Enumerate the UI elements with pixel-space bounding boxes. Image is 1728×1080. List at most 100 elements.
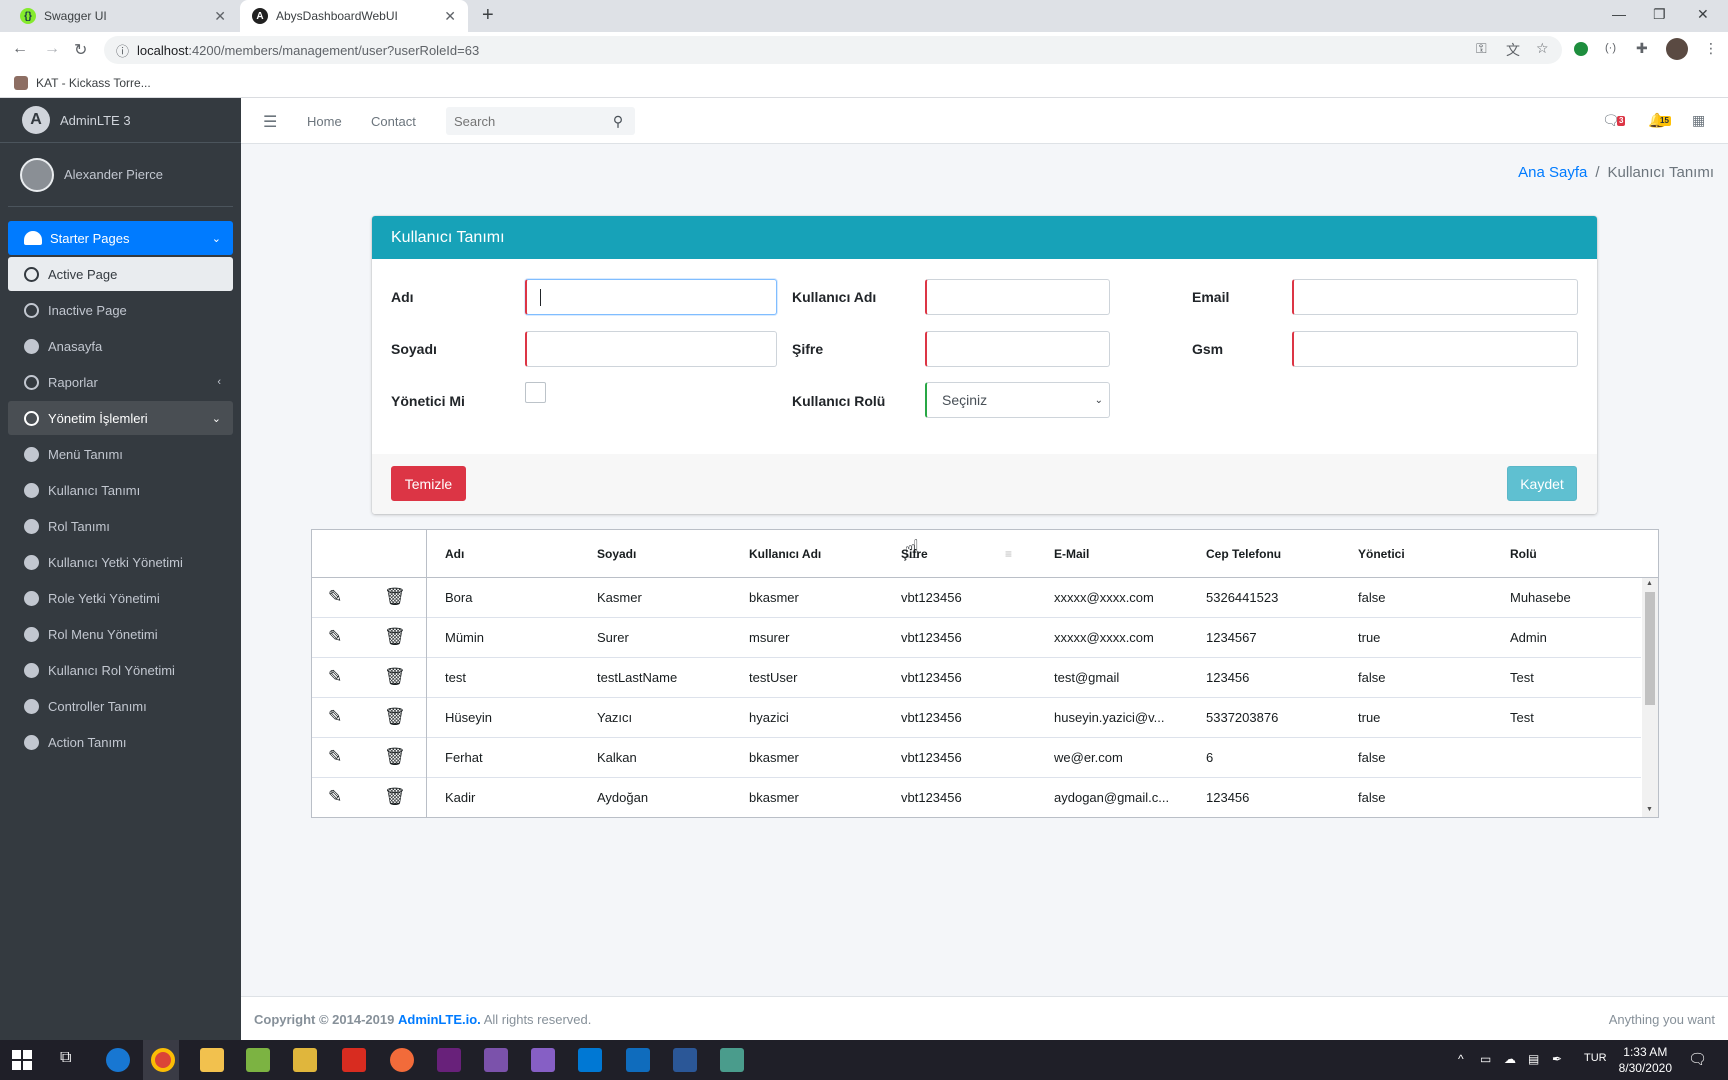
forward-icon[interactable]: →: [44, 40, 60, 58]
trash-icon[interactable]: 🗑: [384, 787, 406, 807]
notification-center-icon[interactable]: 🗨: [1688, 1050, 1707, 1068]
cloud-icon[interactable]: ☁: [1504, 1052, 1516, 1066]
nav-contact-link[interactable]: Contact: [371, 114, 416, 129]
trash-icon[interactable]: 🗑: [384, 587, 406, 607]
sidebar-item-yonetim-islemleri[interactable]: Yönetim İşlemleri ⌄: [8, 401, 233, 435]
close-tab-icon[interactable]: ✕: [214, 8, 226, 25]
menu-icon[interactable]: ⋮: [1704, 40, 1718, 57]
scroll-up-icon[interactable]: ▲: [1646, 580, 1653, 587]
sidebar-item-raporlar[interactable]: Raporlar ‹: [8, 365, 233, 399]
info-icon[interactable]: ⓘ: [116, 41, 129, 60]
visual-studio-3-icon[interactable]: [531, 1048, 555, 1072]
sidebar-item-anasayfa[interactable]: Anasayfa: [8, 329, 233, 363]
column-header[interactable]: Soyadı: [597, 547, 636, 561]
column-menu-icon[interactable]: ≡: [1005, 547, 1012, 561]
browser-tab-swagger[interactable]: {} Swagger UI ✕: [8, 0, 238, 32]
hamburger-icon[interactable]: ☰: [263, 112, 277, 132]
nav-home-link[interactable]: Home: [307, 114, 342, 129]
trash-icon[interactable]: 🗑: [384, 747, 406, 767]
close-tab-icon[interactable]: ✕: [444, 8, 456, 25]
visual-studio-icon[interactable]: [437, 1048, 461, 1072]
edge-icon[interactable]: [106, 1048, 130, 1072]
grid-apps-icon[interactable]: ▦: [1692, 112, 1705, 129]
extension-green-icon[interactable]: [1574, 42, 1588, 56]
url-field[interactable]: ⓘ localhost:4200/members/management/user…: [104, 36, 1562, 64]
scroll-down-icon[interactable]: ▼: [1646, 806, 1653, 813]
browser-tab-abys[interactable]: A AbysDashboardWebUI ✕: [240, 0, 468, 32]
clock[interactable]: 1:33 AM 8/30/2020: [1619, 1044, 1672, 1076]
lambda-icon[interactable]: [673, 1048, 697, 1072]
back-icon[interactable]: ←: [12, 40, 28, 58]
edit-icon[interactable]: ✎: [328, 627, 342, 647]
new-tab-icon[interactable]: +: [482, 4, 494, 27]
scrollbar-thumb[interactable]: [1645, 592, 1655, 705]
sidebar-item-inactive-page[interactable]: Inactive Page: [8, 293, 233, 327]
sidebar-item-menu-tanimi[interactable]: Menü Tanımı: [8, 437, 233, 471]
sidebar-item-role-yetki[interactable]: Role Yetki Yönetimi: [8, 581, 233, 615]
redis-icon[interactable]: [342, 1048, 366, 1072]
sidebar-item-rol-menu[interactable]: Rol Menu Yönetimi: [8, 617, 233, 651]
vscode-icon[interactable]: [578, 1048, 602, 1072]
role-select[interactable]: Seçiniz ⌄: [925, 382, 1110, 418]
edit-icon[interactable]: ✎: [328, 707, 342, 727]
task-view-icon[interactable]: ⧉: [60, 1049, 71, 1067]
column-header[interactable]: Rolü: [1510, 547, 1537, 561]
email-input[interactable]: [1292, 279, 1578, 315]
visual-studio-2-icon[interactable]: [484, 1048, 508, 1072]
windows-start-icon[interactable]: [12, 1050, 32, 1070]
sidebar-item-kullanici-rol[interactable]: Kullanıcı Rol Yönetimi: [8, 653, 233, 687]
trash-icon[interactable]: 🗑: [384, 707, 406, 727]
network-icon[interactable]: ▤: [1528, 1052, 1539, 1066]
sidebar-item-active-page[interactable]: Active Page: [8, 257, 233, 291]
translate-icon[interactable]: 文: [1506, 40, 1520, 60]
brand[interactable]: A AdminLTE 3: [0, 98, 241, 143]
restore-icon[interactable]: ❐: [1653, 6, 1666, 23]
gsm-input[interactable]: [1292, 331, 1578, 367]
first-name-input[interactable]: [525, 279, 777, 315]
key-icon[interactable]: ⚿: [1476, 40, 1487, 57]
close-window-icon[interactable]: ✕: [1697, 6, 1709, 23]
username-input[interactable]: [925, 279, 1110, 315]
adminlte-link[interactable]: AdminLTE.io.: [398, 1012, 481, 1027]
search-input[interactable]: [446, 107, 604, 135]
sidebar-item-starter-pages[interactable]: Starter Pages ⌄: [8, 221, 233, 255]
battery-icon[interactable]: ▭: [1480, 1052, 1491, 1066]
pen-icon[interactable]: ✒: [1552, 1052, 1562, 1066]
column-header[interactable]: Kullanıcı Adı: [749, 547, 821, 561]
sidebar-item-controller-tanimi[interactable]: Controller Tanımı: [8, 689, 233, 723]
edit-icon[interactable]: ✎: [328, 787, 342, 807]
trash-icon[interactable]: 🗑: [384, 667, 406, 687]
password-input[interactable]: [925, 331, 1110, 367]
edit-icon[interactable]: ✎: [328, 747, 342, 767]
user-panel[interactable]: Alexander Pierce: [8, 143, 233, 207]
trash-icon[interactable]: 🗑: [384, 627, 406, 647]
clear-button[interactable]: Temizle: [391, 466, 466, 501]
reload-icon[interactable]: ↻: [74, 40, 87, 60]
bookmark-kat[interactable]: KAT - Kickass Torre...: [36, 76, 151, 90]
language-indicator[interactable]: TUR: [1584, 1052, 1607, 1064]
sidebar-item-kullanici-tanimi[interactable]: Kullanıcı Tanımı: [8, 473, 233, 507]
tray-chevron-up-icon[interactable]: ^: [1458, 1052, 1464, 1066]
extension-code-icon[interactable]: (·): [1605, 42, 1616, 54]
vertical-scrollbar[interactable]: ▲ ▼: [1642, 578, 1658, 817]
file-explorer-icon[interactable]: [200, 1048, 224, 1072]
sidebar-item-action-tanimi[interactable]: Action Tanımı: [8, 725, 233, 759]
column-header[interactable]: Adı: [445, 547, 464, 561]
profile-avatar[interactable]: [1666, 38, 1688, 60]
app-yellow-icon[interactable]: [293, 1048, 317, 1072]
column-header[interactable]: Yönetici: [1358, 547, 1405, 561]
search-icon[interactable]: ⚲: [604, 113, 632, 130]
is-admin-checkbox[interactable]: [525, 382, 546, 403]
last-name-input[interactable]: [525, 331, 777, 367]
star-icon[interactable]: ☆: [1536, 40, 1549, 57]
minimize-icon[interactable]: —: [1612, 6, 1626, 22]
breadcrumb-home-link[interactable]: Ana Sayfa: [1518, 164, 1587, 181]
column-header[interactable]: Cep Telefonu: [1206, 547, 1281, 561]
notepadpp-icon[interactable]: [246, 1048, 270, 1072]
column-header[interactable]: E-Mail: [1054, 547, 1089, 561]
sidebar-item-rol-tanimi[interactable]: Rol Tanımı: [8, 509, 233, 543]
edit-icon[interactable]: ✎: [328, 587, 342, 607]
save-button[interactable]: Kaydet: [1507, 466, 1577, 501]
edit-icon[interactable]: ✎: [328, 667, 342, 687]
sidebar-item-kullanici-yetki[interactable]: Kullanıcı Yetki Yönetimi: [8, 545, 233, 579]
